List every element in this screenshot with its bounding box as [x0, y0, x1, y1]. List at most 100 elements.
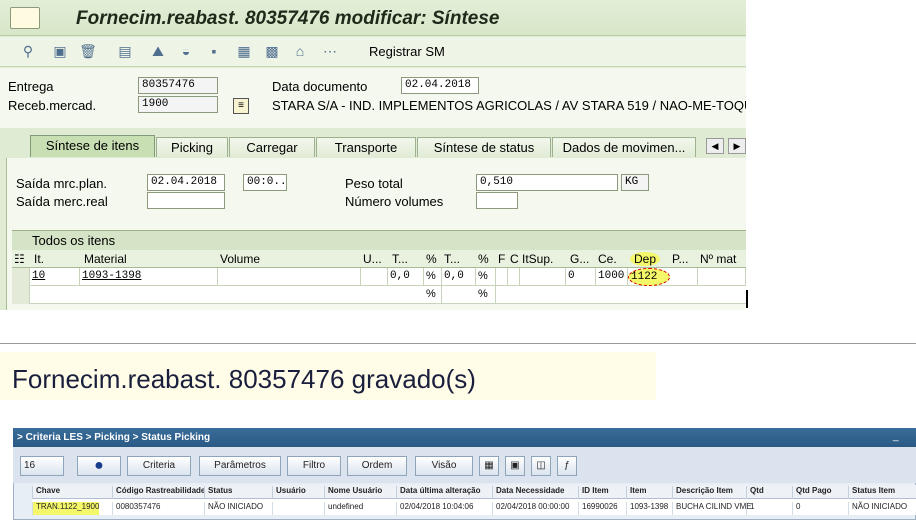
col-nome-usuario[interactable]: Nome Usuário [324, 486, 382, 499]
saida-plan-time-field[interactable]: 00:0... [243, 174, 287, 191]
create-icon[interactable]: ▣ [50, 42, 70, 60]
export-icon[interactable]: ▦ [479, 456, 499, 476]
col-data-necessidade[interactable]: Data Necessidade [492, 486, 564, 499]
cell-itsup[interactable] [520, 268, 566, 286]
col-dep[interactable]: Dep [630, 252, 661, 266]
col-qtd-pago[interactable]: Qtd Pago [792, 486, 832, 499]
register-sm-button[interactable]: Registrar SM [369, 44, 445, 59]
display-change-icon[interactable]: ⚲ [18, 42, 38, 60]
cell-t2[interactable]: 0,0 [442, 268, 476, 286]
cell-g[interactable]: 0 [566, 268, 596, 286]
col-g[interactable]: G... [570, 252, 589, 266]
flag-icon[interactable]: ▪ [204, 42, 224, 60]
col-u[interactable]: U... [363, 252, 382, 266]
col-qtd[interactable]: Qtd [746, 486, 764, 499]
col-t1[interactable]: T... [392, 252, 408, 266]
numero-volumes-field[interactable] [476, 192, 518, 209]
refresh-icon[interactable]: ◫ [531, 456, 551, 476]
col-material[interactable]: Material [84, 252, 127, 266]
scroll-right-icon[interactable]: ▶ [728, 138, 746, 154]
col-data-ultima-alteracao[interactable]: Data última alteração [396, 486, 480, 499]
tab-sintese-status[interactable]: Síntese de status [417, 137, 551, 157]
table-row[interactable]: 10 1093-1398 0,0 % 0,0 % 0 1000 1122 [12, 268, 746, 286]
cell-ce[interactable]: 1000 [596, 268, 628, 286]
menu-icon[interactable] [10, 7, 40, 29]
item-icon[interactable]: ▤ [115, 42, 135, 60]
box-icon[interactable]: ▦ [234, 42, 254, 60]
data-documento-field[interactable]: 02.04.2018 [401, 77, 479, 94]
receb-mercad-field[interactable]: 1900 [138, 96, 218, 113]
scroll-left-icon[interactable]: ◀ [706, 138, 724, 154]
cell-nmat[interactable] [698, 268, 746, 286]
cell-data-necessidade: 02/04/2018 00:00:00 [492, 502, 569, 515]
entrega-field[interactable]: 80357476 [138, 77, 218, 94]
table-row[interactable]: TRAN.1122_1900 0080357476 NÃO INICIADO u… [32, 499, 916, 515]
tab-sintese-itens[interactable]: Síntese de itens [30, 135, 155, 157]
criteria-button[interactable]: Criteria [127, 456, 191, 476]
cell-chave[interactable]: TRAN.1122_1900 [32, 502, 100, 515]
cell-pct1: % [424, 268, 442, 286]
col-ce[interactable]: Ce. [598, 252, 617, 266]
col-item[interactable]: Item [626, 486, 646, 499]
visao-button[interactable]: Visão [415, 456, 473, 476]
filtro-button[interactable]: Filtro [287, 456, 341, 476]
cell-material[interactable]: 1093-1398 [80, 268, 218, 286]
numero-volumes-label: Número volumes [345, 194, 444, 209]
col-volume[interactable]: Volume [220, 252, 260, 266]
delete-icon[interactable]: 🗑 [78, 42, 98, 60]
address-icon[interactable]: ≡ [233, 98, 249, 114]
cell-p[interactable] [670, 268, 698, 286]
peso-unit-field[interactable]: KG [621, 174, 649, 191]
minimize-icon[interactable]: _ [893, 431, 899, 442]
hat-icon[interactable]: ◒ [176, 42, 196, 60]
table-row[interactable]: % % [12, 286, 746, 304]
cell-u[interactable] [361, 268, 388, 286]
cell-item[interactable]: 10 [30, 268, 80, 286]
col-pct2[interactable]: % [478, 252, 489, 266]
col-descricao-item[interactable]: Descrição Item [672, 486, 733, 499]
col-status[interactable]: Status [204, 486, 232, 499]
grid-icon[interactable]: ⋯ [320, 42, 340, 60]
row-selector[interactable] [12, 286, 30, 304]
col-pct1[interactable]: % [426, 252, 437, 266]
cell-dep[interactable]: 1122 [628, 268, 670, 286]
peso-total-field[interactable]: 0,510 [476, 174, 618, 191]
home-icon[interactable]: ⌂ [290, 42, 310, 60]
col-nmat[interactable]: Nº mat [700, 252, 736, 266]
play-button[interactable]: ● [77, 456, 121, 476]
tree-icon[interactable]: ▩ [262, 42, 282, 60]
cell-t1[interactable]: 0,0 [388, 268, 424, 286]
col-id-item[interactable]: ID Item [578, 486, 609, 499]
row-selector[interactable] [12, 268, 30, 286]
tab-carregar[interactable]: Carregar [229, 137, 315, 157]
formula-icon[interactable]: ƒ [557, 456, 577, 476]
col-f[interactable]: F [498, 252, 505, 266]
col-status-item[interactable]: Status Item [848, 486, 895, 499]
title-bar: Fornecim.reabast. 80357476 modificar: Sí… [0, 0, 746, 36]
tab-picking[interactable]: Picking [156, 137, 228, 157]
parametros-button[interactable]: Parâmetros [199, 456, 281, 476]
saida-plan-date-field[interactable]: 02.04.2018 [147, 174, 225, 191]
page-size-stepper[interactable]: 16 [20, 456, 64, 476]
col-c[interactable]: C [510, 252, 519, 266]
partner-icon[interactable]: ⛰ [148, 42, 168, 60]
ordem-button[interactable]: Ordem [347, 456, 407, 476]
col-p[interactable]: P... [672, 252, 688, 266]
col-itsup[interactable]: ItSup. [522, 252, 553, 266]
cell-c-checkbox[interactable] [508, 268, 520, 286]
tab-transporte[interactable]: Transporte [316, 137, 416, 157]
col-t2[interactable]: T... [444, 252, 460, 266]
cell-id-item: 16990026 [578, 502, 618, 515]
criteria-label: Criteria [142, 460, 176, 471]
cell-f-checkbox[interactable] [496, 268, 508, 286]
tab-dados-movimento[interactable]: Dados de movimen... [552, 137, 696, 157]
delivery-header: Entrega 80357476 Data documento 02.04.20… [0, 68, 746, 128]
col-item[interactable]: It. [34, 252, 44, 266]
grid-settings-icon[interactable]: ☷ [14, 252, 25, 266]
col-codigo-rastreabilidade[interactable]: Código Rastreabilidade [112, 486, 205, 499]
saida-real-field[interactable] [147, 192, 225, 209]
col-usuario[interactable]: Usuário [272, 486, 306, 499]
col-chave[interactable]: Chave [32, 486, 60, 499]
save-icon[interactable]: ▣ [505, 456, 525, 476]
cell-volume[interactable] [218, 268, 361, 286]
